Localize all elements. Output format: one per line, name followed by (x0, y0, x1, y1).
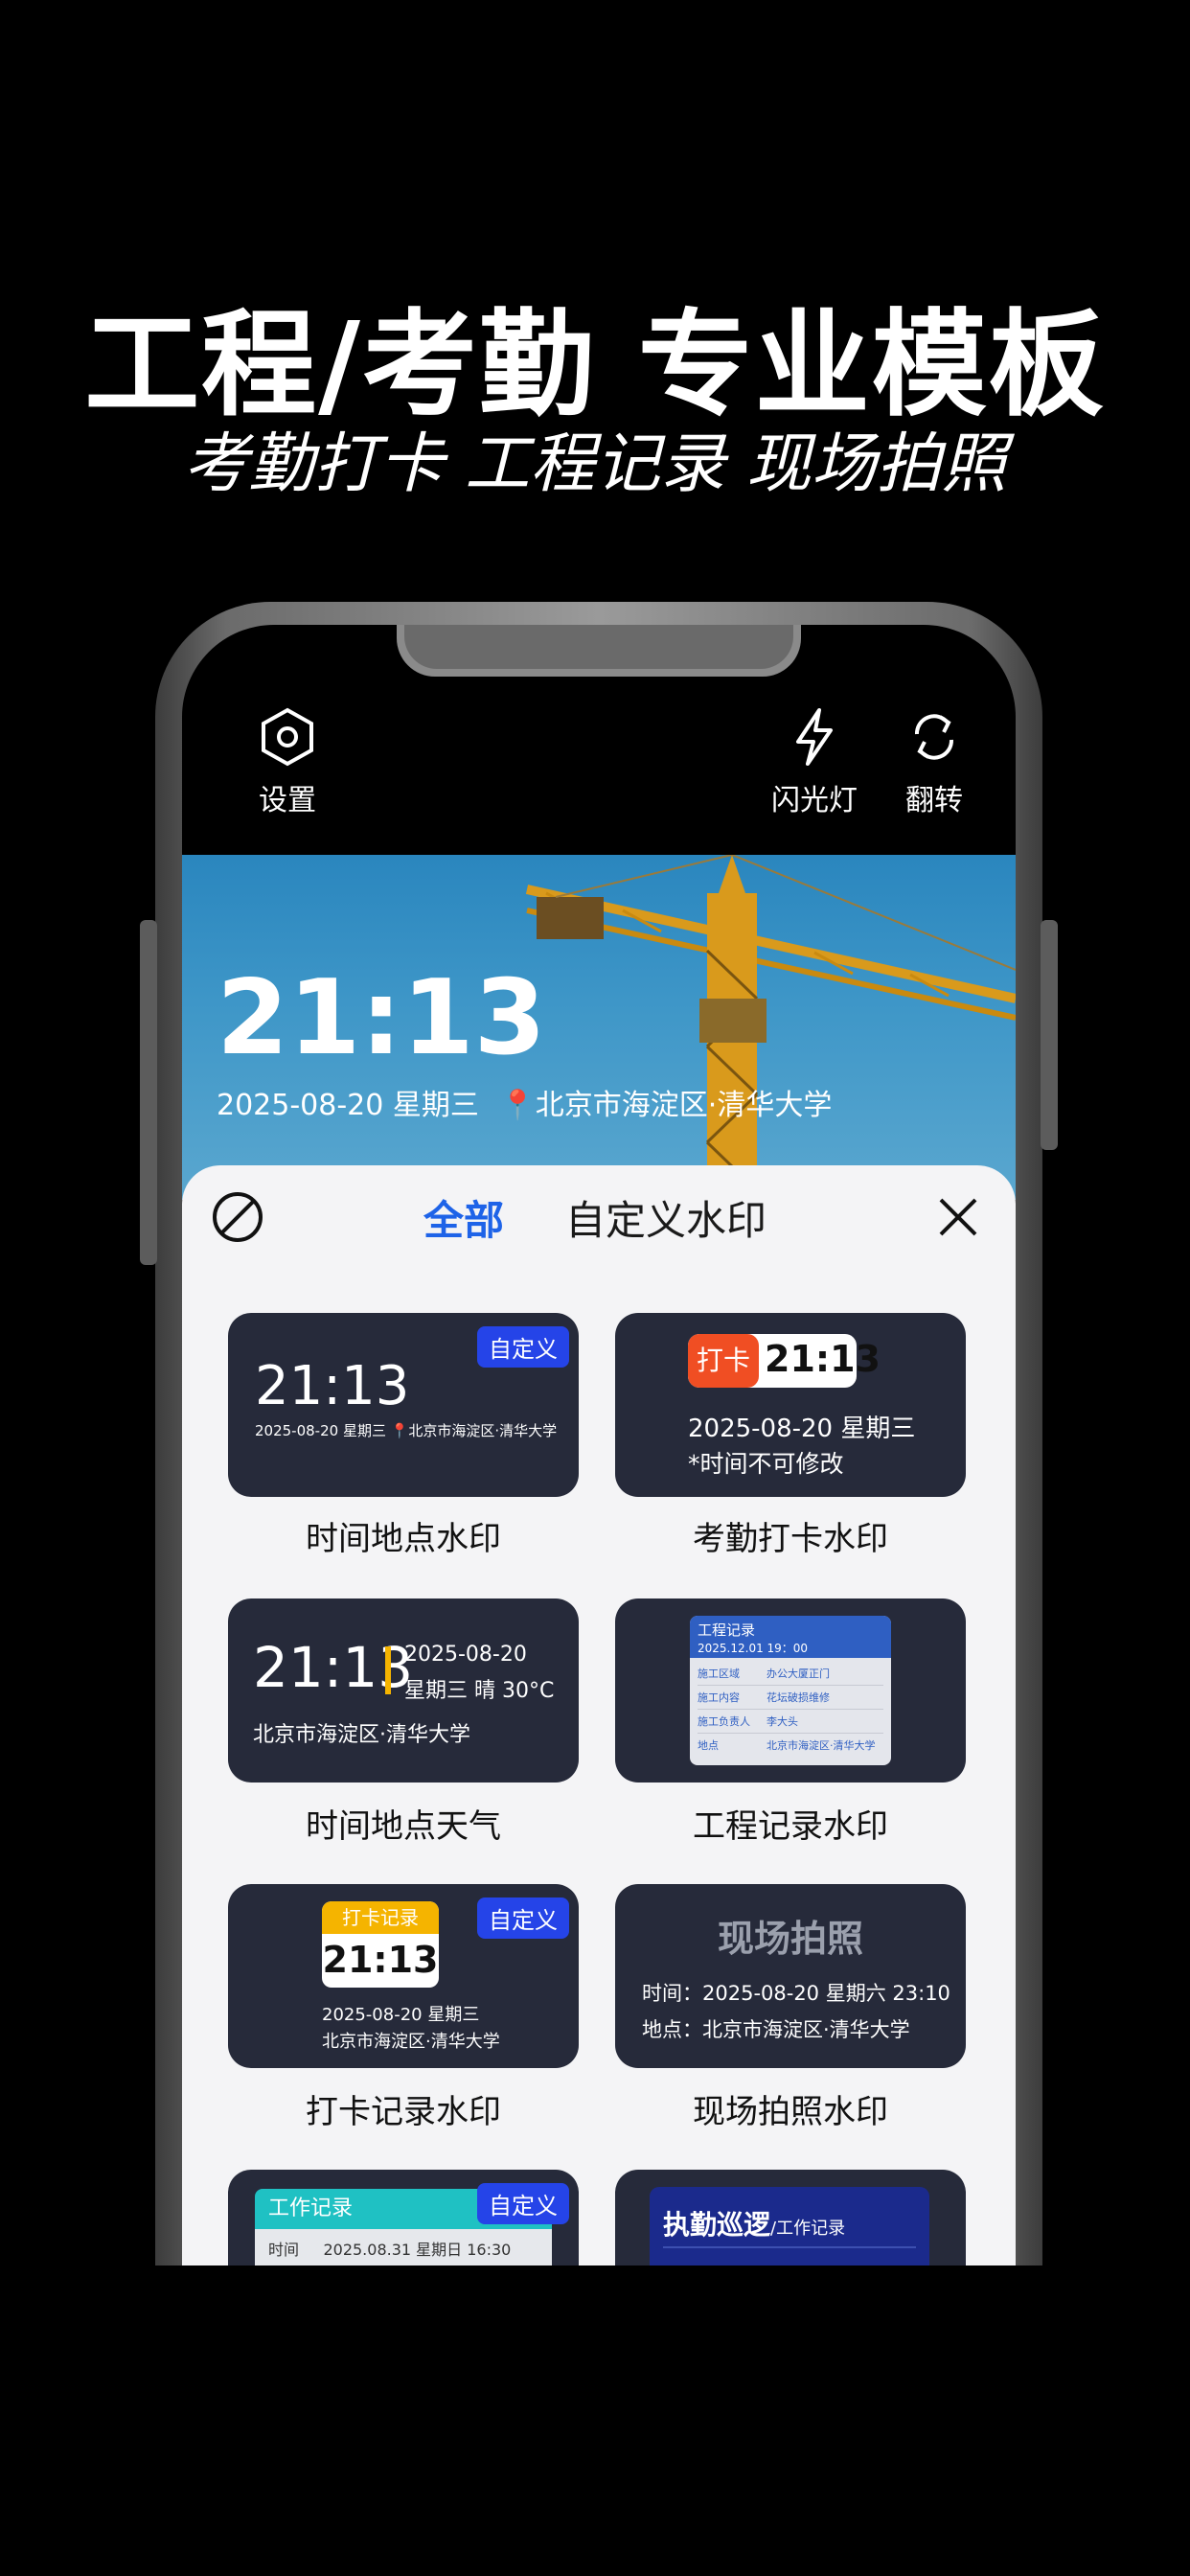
phone-side-button (140, 920, 157, 1265)
template-name: 时间地点水印 (306, 1520, 501, 1558)
template-card-engineering[interactable]: 工程记录 2025.12.01 19：00 施工区域 办公大厦正门 施工内容 花坛破… (615, 1598, 966, 1782)
location-pin-icon: 📍 (499, 1089, 536, 1122)
template-card-site-photo[interactable]: 现场拍照 时间：2025-08-20 星期六 23:10 地点：北京市海淀区·清… (615, 1884, 966, 2068)
flip-label: 翻转 (905, 784, 963, 817)
patrol-time: 11:50 (663, 2258, 810, 2266)
flash-label: 闪光灯 (771, 784, 858, 817)
form-row: 施工负责人 李大头 (698, 1710, 883, 1734)
flip-camera-icon (914, 714, 954, 760)
form-datetime: 2025.12.01 19：00 (698, 1642, 809, 1655)
card-info: 2025-08-20 星期三 📍北京市海淀区·清华大学 (255, 1422, 558, 1439)
template-name: 现场拍照水印 (693, 2093, 888, 2131)
card-weather: 星期三 晴 30°C (404, 1679, 555, 1703)
template-card-time-location[interactable]: 自定义 21:13 2025-08-20 星期三 📍北京市海淀区·清华大学 (228, 1313, 579, 1497)
promo-subtitle: 考勤打卡 工程记录 现场拍照 (183, 426, 1007, 502)
template-name: 考勤打卡水印 (693, 1520, 888, 1558)
template-name: 打卡记录水印 (306, 2093, 501, 2131)
card-date: 2025-08-20 (404, 1643, 527, 1667)
site-photo-place: 地点：北京市海淀区·清华大学 (642, 2018, 910, 2041)
punch-record-header: 打卡记录 (322, 1901, 439, 1934)
settings-button[interactable]: 设置 (230, 707, 345, 818)
flash-icon (796, 708, 833, 766)
punch-tag: 打卡 (688, 1334, 759, 1388)
patrol-panel: 执勤巡逻/工作记录 11:50 (650, 2187, 929, 2266)
form-title: 工程记录 (698, 1622, 756, 1639)
card-time: 21:13 (255, 1355, 410, 1417)
engineering-form-header: 工程记录 2025.12.01 19：00 (690, 1616, 891, 1658)
punch-record-time: 21:13 (322, 1939, 439, 1981)
flash-button[interactable]: 闪光灯 (757, 707, 872, 818)
settings-icon (262, 707, 313, 767)
card-location: 北京市海淀区·清华大学 (322, 2032, 500, 2052)
punch-time: 21:13 (765, 1338, 881, 1380)
custom-badge: 自定义 (477, 2183, 569, 2224)
form-row: 施工内容 花坛破损维修 (698, 1686, 883, 1710)
phone-side-button (1041, 920, 1058, 1150)
custom-badge: 自定义 (477, 1898, 569, 1939)
patrol-subtitle: /工作记录 (770, 2219, 846, 2239)
bottom-area (0, 2266, 1190, 2576)
card-location: 北京市海淀区·清华大学 (253, 1723, 470, 1747)
form-row: 地点 北京市海淀区·清华大学 (698, 1739, 876, 1752)
close-icon[interactable] (935, 1194, 981, 1240)
watermark-sheet: 全部 自定义水印 自定义 21:13 2025-08-20 星期三 📍北京市海淀… (182, 1165, 1016, 2266)
form-row: 施工区域 办公大厦正门 (698, 1662, 883, 1686)
preview-time: 21:13 (217, 958, 546, 1078)
template-card-weather[interactable]: 21:13 2025-08-20 星期三 晴 30°C 北京市海淀区·清华大学 (228, 1598, 579, 1782)
punch-record-box: 打卡记录 21:13 (322, 1901, 439, 1988)
form-rows: 施工区域 办公大厦正门 施工内容 花坛破损维修 施工负责人 李大头 地点 北京市海淀区·… (690, 1658, 891, 1760)
patrol-heading: 执勤巡逻/工作记录 (663, 2204, 845, 2242)
patrol-title: 执勤巡逻 (663, 2209, 771, 2241)
engineering-form: 工程记录 2025.12.01 19：00 施工区域 办公大厦正门 施工内容 花坛破… (690, 1616, 891, 1765)
site-photo-time: 时间：2025-08-20 星期六 23:10 (642, 1982, 950, 2005)
work-record-row: 时间 2025.08.31 星期日 16:30 (255, 2229, 552, 2266)
punch-date: 2025-08-20 星期三 (688, 1414, 916, 1443)
tab-custom-watermark[interactable]: 自定义水印 (565, 1188, 767, 1247)
settings-label: 设置 (259, 784, 316, 817)
divider-bar (385, 1646, 391, 1694)
punch-note: *时间不可修改 (688, 1450, 844, 1478)
tab-all[interactable]: 全部 (423, 1188, 504, 1247)
patrol-divider (663, 2246, 916, 2248)
phone-notch-inner (404, 625, 793, 669)
preview-location: 北京市海淀区·清华大学 (535, 1089, 833, 1122)
template-card-attendance[interactable]: 打卡 21:13 2025-08-20 星期三 *时间不可修改 (615, 1313, 966, 1497)
template-card-patrol[interactable]: 执勤巡逻/工作记录 11:50 (615, 2170, 966, 2266)
template-card-punch-record[interactable]: 自定义 打卡记录 21:13 2025-08-20 星期三 北京市海淀区·清华大… (228, 1884, 579, 2068)
phone-screen: 设置 闪光灯 翻转 21:13 2025-08-20 星期三 📍北京市海淀区·清… (182, 625, 1016, 2266)
promo-title: 工程/考勤 专业模板 (84, 299, 1106, 432)
template-name: 时间地点天气 (306, 1807, 501, 1846)
no-watermark-icon[interactable] (211, 1190, 264, 1244)
template-name: 工程记录水印 (693, 1807, 888, 1846)
flip-button[interactable]: 翻转 (881, 707, 987, 818)
preview-date: 2025-08-20 星期三 (217, 1089, 479, 1122)
preview-date-location: 2025-08-20 星期三 📍北京市海淀区·清华大学 (217, 1081, 832, 1123)
card-date: 2025-08-20 星期三 (322, 2005, 480, 2025)
template-card-work-record[interactable]: 工作记录 时间 2025.08.31 星期日 16:30 自定义 (228, 2170, 579, 2266)
site-photo-title: 现场拍照 (717, 1918, 863, 1960)
custom-badge: 自定义 (477, 1326, 569, 1368)
camera-viewfinder[interactable]: 21:13 2025-08-20 星期三 📍北京市海淀区·清华大学 (182, 855, 1016, 1200)
